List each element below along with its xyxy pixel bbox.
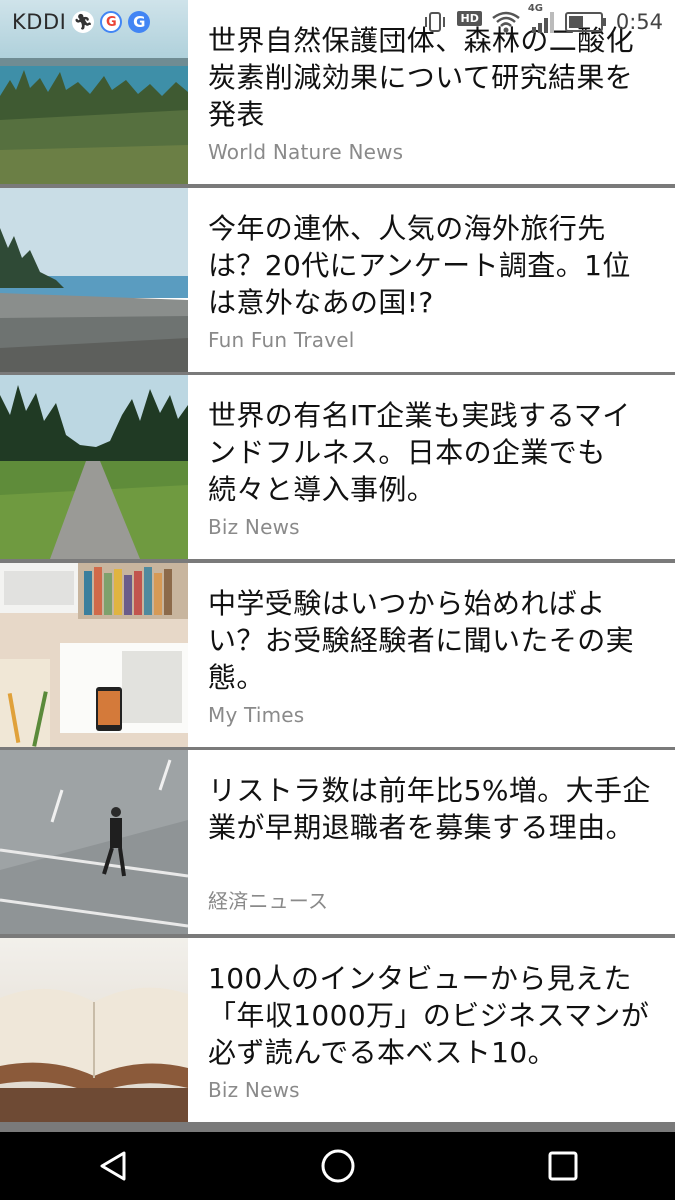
article-thumbnail [0,750,188,934]
article-headline[interactable]: 100人のインタビューから見えた「年収1000万」のビジネスマンが必ず読んでる本… [208,960,657,1071]
article-headline[interactable]: 世界の有名IT企業も実践するマインドフルネス。日本の企業でも続々と導入事例。 [208,397,657,508]
article-card[interactable]: リストラ数は前年比5%増。大手企業が早期退職者を募集する理由。 経済ニュース [0,750,675,934]
article-headline[interactable]: 今年の連休、人気の海外旅行先は？20代にアンケート調査。1位は意外なあの国!? [208,210,657,321]
article-thumbnail [0,562,188,747]
article-headline[interactable]: リストラ数は前年比5%増。大手企業が早期退職者を募集する理由。 [208,772,657,846]
article-thumbnail [0,375,188,559]
home-button[interactable] [298,1132,378,1200]
article-thumbnail [0,937,188,1122]
recents-button[interactable] [523,1132,603,1200]
article-source: Biz News [208,515,300,539]
article-card[interactable]: 世界の有名IT企業も実践するマインドフルネス。日本の企業でも続々と導入事例。 B… [0,375,675,559]
back-icon [100,1151,125,1181]
article-headline[interactable]: 世界自然保護団体、森林の二酸化炭素削減効果について研究結果を発表 [208,22,657,133]
article-card[interactable]: 100人のインタビューから見えた「年収1000万」のビジネスマンが必ず読んでる本… [0,937,675,1122]
article-thumbnail [0,187,188,372]
article-headline[interactable]: 中学受験はいつから始めればよい？お受験経験者に聞いたその実態。 [208,585,657,696]
article-card[interactable]: 中学受験はいつから始めればよい？お受験経験者に聞いたその実態。 My Times [0,562,675,747]
navigation-bar [0,1132,675,1200]
news-feed[interactable]: 世界自然保護団体、森林の二酸化炭素削減効果について研究結果を発表 World N… [0,0,675,1132]
article-thumbnail [0,0,188,184]
article-source: World Nature News [208,140,404,164]
home-icon [321,1149,354,1183]
article-card[interactable]: 世界自然保護団体、森林の二酸化炭素削減効果について研究結果を発表 World N… [0,0,675,184]
recents-icon [548,1151,577,1181]
back-button[interactable] [73,1132,153,1200]
article-source: 経済ニュース [208,889,329,913]
article-source: Fun Fun Travel [208,327,355,352]
article-card[interactable]: 今年の連休、人気の海外旅行先は？20代にアンケート調査。1位は意外なあの国!? … [0,187,675,372]
article-source: Biz News [208,1077,300,1102]
article-source: My Times [208,702,305,727]
